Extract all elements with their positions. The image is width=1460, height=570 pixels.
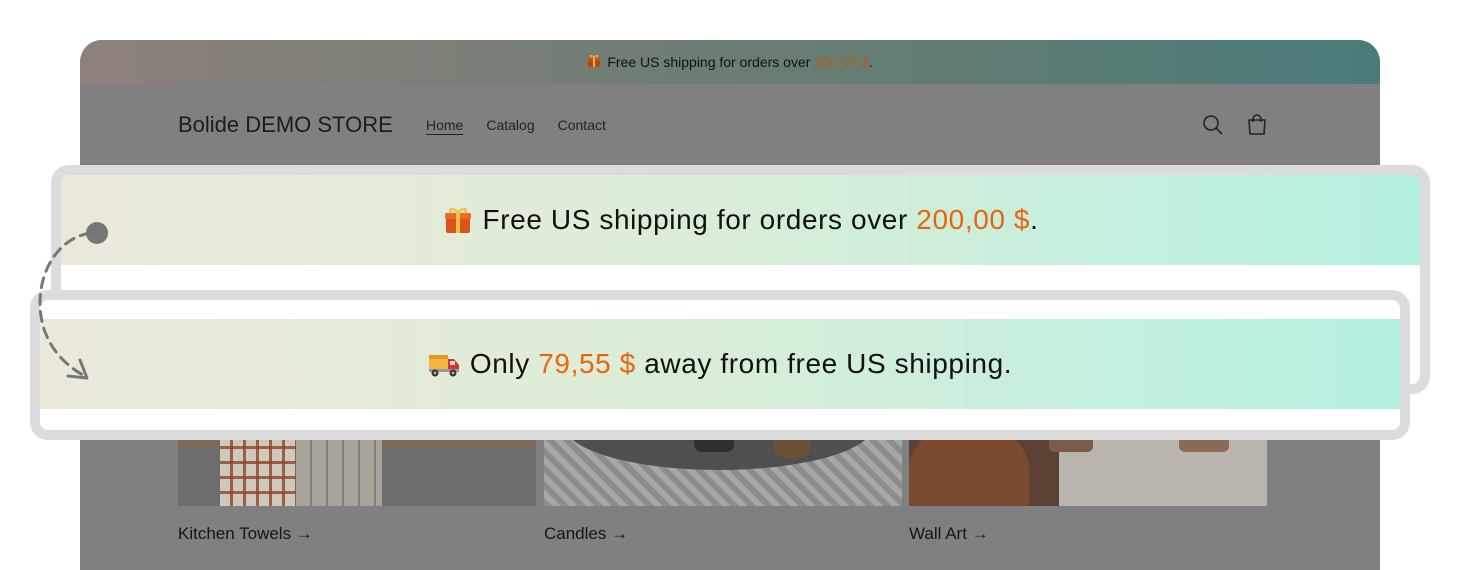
truck-icon: [428, 350, 460, 378]
free-shipping-amount: 200,00 $: [916, 204, 1031, 235]
shipping-progress-bar: Only 79,55 $ away from free US shipping.: [40, 319, 1400, 409]
collection-title-kitchen-towels[interactable]: Kitchen Towels →: [178, 524, 536, 544]
store-header: Bolide DEMO STORE Home Catalog Contact: [80, 84, 1380, 168]
free-shipping-bar: Free US shipping for orders over 200,00 …: [61, 175, 1420, 265]
shipping-progress-bar-card: Only 79,55 $ away from free US shipping.: [30, 290, 1410, 440]
store-announcement-suffix: .: [868, 54, 873, 70]
store-logo[interactable]: Bolide DEMO STORE: [178, 112, 393, 138]
shipping-progress-prefix: Only: [469, 348, 530, 379]
collection-title-candles[interactable]: Candles →: [544, 524, 902, 544]
header-icons: [1202, 114, 1268, 136]
shipping-progress-suffix: away from free US shipping.: [644, 348, 1013, 379]
store-announcement-prefix: Free US shipping for orders over: [607, 54, 811, 70]
store-announcement-bar: Free US shipping for orders over 200,00 …: [80, 40, 1380, 84]
free-shipping-text: Free US shipping for orders over: [482, 204, 908, 235]
collection-title-wall-art[interactable]: Wall Art →: [909, 524, 1267, 544]
store-nav: Home Catalog Contact: [426, 117, 606, 133]
shipping-progress-amount: 79,55 $: [538, 348, 636, 379]
nav-link-catalog[interactable]: Catalog: [486, 117, 534, 133]
search-icon[interactable]: [1202, 114, 1224, 136]
nav-link-contact[interactable]: Contact: [558, 117, 606, 133]
gift-icon: [443, 205, 473, 235]
cart-icon[interactable]: [1246, 114, 1268, 136]
curved-arrow-icon: [38, 222, 108, 380]
store-announcement-amount: 200,00 $: [814, 54, 869, 70]
free-shipping-suffix: .: [1030, 204, 1039, 235]
gift-icon: [587, 54, 601, 71]
nav-link-home[interactable]: Home: [426, 117, 463, 133]
